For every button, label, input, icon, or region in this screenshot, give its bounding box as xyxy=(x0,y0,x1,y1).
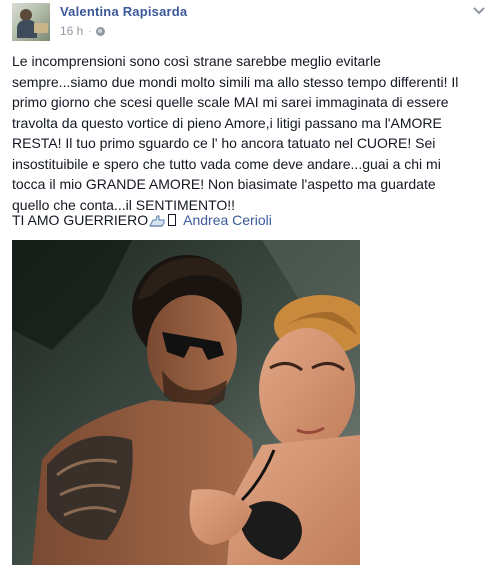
signature-text: TI AMO GUERRIERO xyxy=(12,212,149,228)
missing-glyph-icon xyxy=(168,214,177,226)
chevron-down-icon[interactable] xyxy=(472,4,486,18)
facebook-post: Valentina Rapisarda 16 h · Le incomprens… xyxy=(0,0,500,565)
post-text: Le incomprensioni sono così strane sareb… xyxy=(12,53,459,213)
meta-separator: · xyxy=(88,26,92,36)
post-photo[interactable] xyxy=(12,240,360,565)
hand-icon xyxy=(149,213,166,227)
post-signature: TI AMO GUERRIERO Andrea Cerioli xyxy=(12,210,272,230)
post-time[interactable]: 16 h xyxy=(60,24,83,38)
globe-icon[interactable] xyxy=(96,26,106,36)
avatar[interactable] xyxy=(12,3,50,41)
author-name[interactable]: Valentina Rapisarda xyxy=(60,4,187,19)
post-meta: 16 h · xyxy=(60,24,106,38)
tagged-person-link[interactable]: Andrea Cerioli xyxy=(183,210,272,230)
